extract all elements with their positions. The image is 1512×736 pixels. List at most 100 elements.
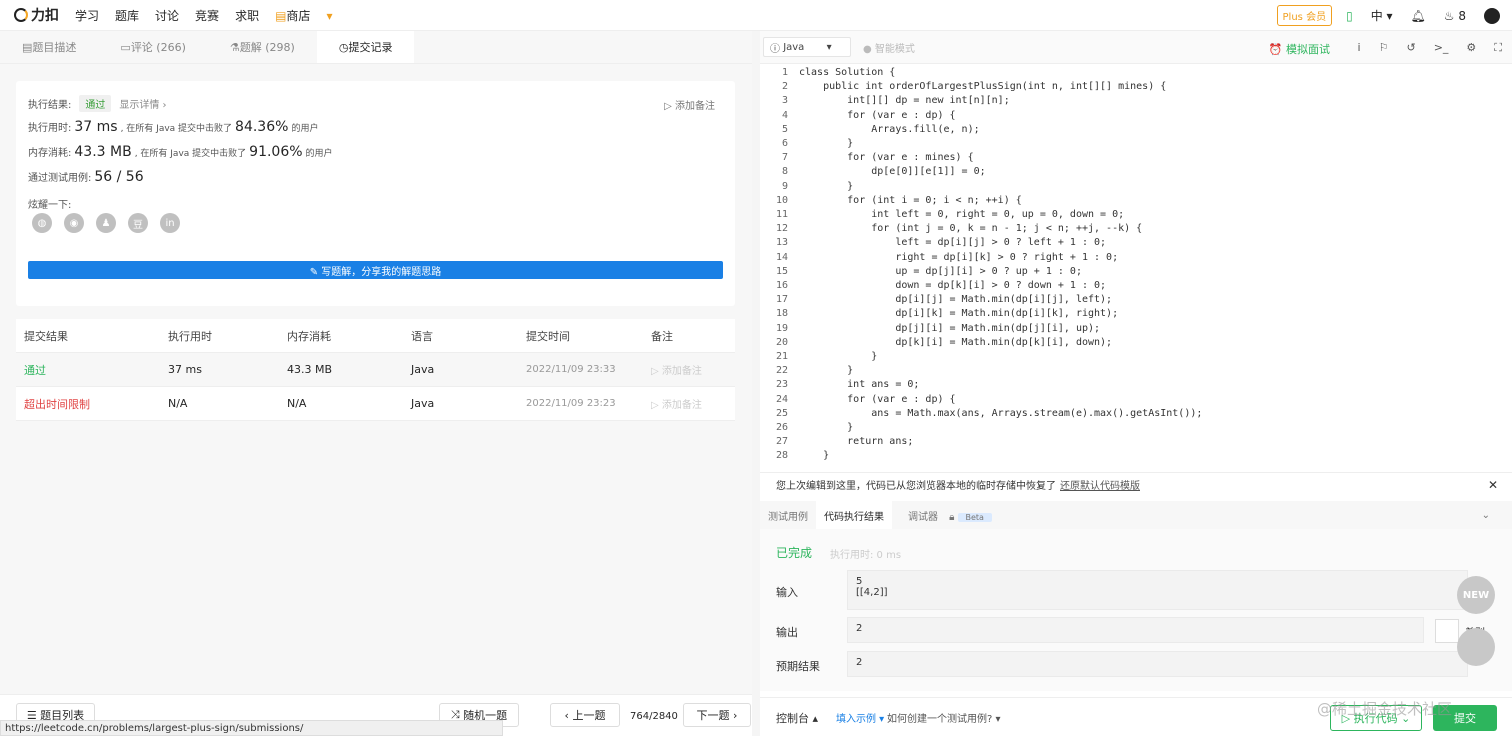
row-add-note-button[interactable]: ▷ 添加备注	[651, 396, 735, 411]
terminal-icon[interactable]: >_	[1434, 41, 1449, 55]
chevron-down-icon[interactable]: ⌄	[1474, 510, 1498, 521]
nav-store[interactable]: ▤商店 ▾	[275, 7, 332, 24]
table-row[interactable]: 通过 37 ms 43.3 MB Java 2022/11/09 23:33 ▷…	[16, 353, 735, 387]
code-line[interactable]: dp[j][i] = Math.min(dp[j][i], up);	[799, 323, 1100, 334]
code-line[interactable]: int left = 0, right = 0, up = 0, down = …	[799, 209, 1124, 220]
write-solution-button[interactable]: ✎ 写题解，分享我的解题思路	[28, 261, 723, 279]
line-number: 22	[775, 365, 788, 377]
exec-time: 执行用时: 0 ms	[830, 550, 902, 561]
mock-interview-button[interactable]: ⏰ 模拟面试	[1269, 41, 1330, 57]
smart-mode-toggle[interactable]: ● 智能模式	[863, 40, 915, 55]
tab-description[interactable]: ▤ 题目描述	[0, 31, 98, 63]
line-number: 4	[781, 109, 788, 121]
code-line[interactable]: dp[i][k] = Math.min(dp[i][k], right);	[799, 308, 1118, 319]
language-select[interactable]: ⓘ Java ▾	[763, 37, 851, 57]
line-number: 26	[775, 422, 788, 433]
code-line[interactable]: }	[799, 422, 853, 433]
fill-example-button[interactable]: 填入示例 ▾	[836, 710, 884, 725]
code-line[interactable]: }	[799, 365, 853, 376]
result-link[interactable]: 通过	[16, 362, 168, 378]
runtime-value: 37 ms	[74, 119, 118, 135]
restore-default-link[interactable]: 还原默认代码模版	[1060, 477, 1140, 492]
douban-icon[interactable]: 豆	[128, 213, 148, 233]
code-line[interactable]: public int orderOfLargestPlusSign(int n,…	[799, 81, 1166, 92]
code-editor[interactable]: 1 class Solution {2 public int orderOfLar…	[760, 64, 1512, 464]
plus-member-button[interactable]: Plus 会员	[1276, 5, 1333, 26]
tab-submissions[interactable]: ◷ 提交记录	[316, 31, 415, 63]
points-counter[interactable]: ♨ 8	[1444, 9, 1466, 23]
tab-run-result[interactable]: 代码执行结果	[816, 501, 892, 529]
code-line[interactable]: for (var e : dp) {	[799, 110, 955, 121]
add-note-button[interactable]: ▷ 添加备注	[664, 97, 715, 112]
close-icon[interactable]: ✕	[1488, 478, 1498, 492]
tab-testcase[interactable]: 测试用例	[760, 508, 816, 523]
panel-divider[interactable]	[752, 31, 760, 736]
code-line[interactable]: ans = Math.max(ans, Arrays.stream(e).max…	[799, 408, 1202, 419]
fullscreen-icon[interactable]: ⛶	[1494, 41, 1502, 55]
show-details-link[interactable]: 显示详情 ›	[119, 96, 166, 111]
nav-study[interactable]: 学习	[75, 7, 99, 24]
code-line[interactable]: left = dp[i][j] > 0 ? left + 1 : 0;	[799, 237, 1106, 248]
avatar[interactable]	[1484, 7, 1500, 24]
code-line[interactable]: return ans;	[799, 436, 913, 447]
reset-icon[interactable]: ↺	[1406, 41, 1415, 55]
nav-discuss[interactable]: 讨论	[155, 7, 179, 24]
qq-icon[interactable]: ♟	[96, 213, 116, 233]
code-line[interactable]: int[][] dp = new int[n][n];	[799, 95, 1010, 106]
code-line[interactable]: for (var e : mines) {	[799, 152, 973, 163]
flag-icon[interactable]: ⚐	[1379, 41, 1389, 55]
code-line[interactable]: right = dp[i][k] > 0 ? right + 1 : 0;	[799, 252, 1118, 263]
code-line[interactable]: }	[799, 138, 853, 149]
memory-row: 内存消耗: 43.3 MB , 在所有 Java 提交中击败了 91.06% 的…	[28, 144, 333, 160]
table-row[interactable]: 超出时间限制 N/A N/A Java 2022/11/09 23:23 ▷ 添…	[16, 387, 735, 421]
code-line[interactable]: }	[799, 181, 853, 192]
info-icon[interactable]: i	[1358, 41, 1361, 55]
code-line[interactable]: down = dp[k][i] > 0 ? down + 1 : 0;	[799, 280, 1106, 291]
row-add-note-button[interactable]: ▷ 添加备注	[651, 362, 735, 377]
code-line[interactable]: for (int i = 0; i < n; ++i) {	[799, 195, 1022, 206]
tab-comments[interactable]: ▭ 评论 (266)	[98, 31, 207, 63]
code-line[interactable]: up = dp[j][i] > 0 ? up + 1 : 0;	[799, 266, 1082, 277]
weibo-icon[interactable]: ◉	[64, 213, 84, 233]
notes-bubble[interactable]	[1457, 628, 1495, 666]
right-bottom-bar: 控制台 ▴ 填入示例 ▾ 如何创建一个测试用例? ▾ ▷ 执行代码 ⌄ 提交 @…	[760, 697, 1512, 736]
settings-icon[interactable]: ⚙	[1466, 41, 1476, 55]
run-status: 已完成	[776, 546, 813, 560]
line-number: 16	[775, 280, 788, 291]
nav-contest[interactable]: 竞赛	[195, 7, 219, 24]
wechat-icon[interactable]: ◍	[32, 213, 52, 233]
code-line[interactable]: for (var e : dp) {	[799, 394, 955, 405]
runtime-percentile: 84.36%	[235, 119, 289, 135]
nav-jobs[interactable]: 求职	[235, 7, 259, 24]
result-link[interactable]: 超出时间限制	[16, 396, 168, 412]
howto-testcase-link[interactable]: 如何创建一个测试用例? ▾	[887, 710, 1001, 725]
code-line[interactable]: dp[k][i] = Math.min(dp[k][i], down);	[799, 337, 1112, 348]
code-line[interactable]: Arrays.fill(e, n);	[799, 124, 979, 135]
new-feature-bubble[interactable]: NEW	[1457, 576, 1495, 614]
prev-problem-button[interactable]: ‹ 上一题	[550, 703, 620, 727]
line-number: 14	[775, 251, 788, 263]
tab-solutions[interactable]: ⚗ 题解 (298)	[208, 31, 317, 63]
diff-checkbox[interactable]	[1435, 619, 1459, 643]
language-switch[interactable]: 中 ▾	[1371, 7, 1393, 24]
line-number: 15	[775, 265, 788, 277]
nav-problems[interactable]: 题库	[115, 7, 139, 24]
code-line[interactable]: }	[799, 450, 829, 461]
code-line[interactable]: class Solution {	[799, 67, 895, 78]
run-result-panel: 已完成 执行用时: 0 ms 输入 5 [[4,2]] 输出 2 差别 预期结果…	[760, 529, 1512, 691]
bell-icon[interactable]: 🔔︎	[1411, 9, 1426, 23]
code-line[interactable]: dp[e[0]][e[1]] = 0;	[799, 166, 985, 177]
code-line[interactable]: for (int j = 0, k = n - 1; j < n; ++j, -…	[799, 223, 1142, 234]
line-number: 12	[775, 223, 788, 235]
code-line[interactable]: dp[i][j] = Math.min(dp[i][j], left);	[799, 294, 1112, 305]
next-problem-button[interactable]: 下一题 ›	[683, 703, 751, 727]
mobile-icon[interactable]: ▯	[1346, 9, 1353, 23]
leetcode-logo[interactable]: 力扣	[14, 5, 59, 25]
linkedin-icon[interactable]: in	[160, 213, 180, 233]
code-line[interactable]: int ans = 0;	[799, 379, 919, 390]
console-toggle[interactable]: 控制台 ▴	[776, 710, 818, 726]
tab-debugger[interactable]: 调试器 🔒︎ Beta	[892, 508, 1000, 523]
line-number: 25	[775, 407, 788, 419]
code-line[interactable]: }	[799, 351, 877, 362]
line-number: 24	[775, 393, 788, 405]
